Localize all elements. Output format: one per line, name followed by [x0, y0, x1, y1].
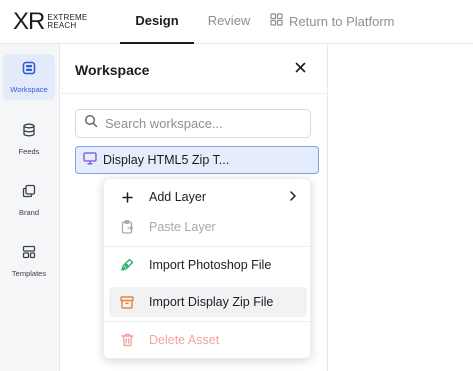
- rail-item-feeds[interactable]: Feeds: [3, 116, 55, 162]
- menu-item-label: Paste Layer: [149, 220, 216, 234]
- search-icon: [84, 114, 98, 133]
- top-bar: XR EXTREME REACH Design Review Return to…: [0, 0, 473, 44]
- brand-icon: [22, 184, 36, 203]
- rail-item-brand[interactable]: Brand: [3, 177, 55, 223]
- menu-divider: [104, 321, 310, 322]
- menu-item-add-layer[interactable]: Add Layer: [109, 182, 307, 212]
- panel-title: Workspace: [75, 62, 150, 78]
- asset-tree-item[interactable]: Display HTML5 Zip T...: [75, 146, 319, 174]
- rail-item-workspace[interactable]: Workspace: [3, 54, 55, 100]
- grid-icon: [270, 1, 289, 43]
- tab-design[interactable]: Design: [120, 0, 194, 44]
- rail-item-templates[interactable]: Templates: [3, 238, 55, 284]
- chevron-right-icon: [289, 190, 297, 205]
- logo-wordmark: EXTREME REACH: [47, 14, 87, 30]
- trash-icon: [119, 332, 135, 348]
- workspace-icon: [22, 61, 36, 80]
- close-panel-button[interactable]: [292, 61, 308, 77]
- menu-item-label: Import Photoshop File: [149, 258, 272, 272]
- logo-line-2: REACH: [47, 21, 77, 30]
- menu-divider: [104, 246, 310, 247]
- search-field[interactable]: [75, 109, 311, 138]
- archive-icon: [119, 294, 135, 310]
- rail-item-label: Brand: [18, 207, 39, 217]
- menu-item-delete-asset[interactable]: Delete Asset: [109, 325, 307, 355]
- left-rail: Workspace Feeds Brand Templates: [0, 44, 60, 371]
- monitor-icon: [83, 152, 103, 168]
- extreme-reach-logo[interactable]: XR EXTREME REACH: [13, 9, 87, 35]
- asset-context-menu: Add Layer Paste Layer Import Photoshop F…: [103, 178, 311, 359]
- rail-item-label: Feeds: [18, 146, 40, 156]
- search-input[interactable]: [105, 116, 295, 131]
- templates-icon: [22, 245, 36, 264]
- return-to-platform-label: Return to Platform: [289, 14, 395, 29]
- menu-item-import-photoshop[interactable]: Import Photoshop File: [109, 250, 307, 280]
- menu-item-paste-layer[interactable]: Paste Layer: [109, 212, 307, 242]
- return-to-platform-link[interactable]: Return to Platform: [270, 0, 395, 44]
- close-icon: [295, 60, 306, 78]
- tab-review[interactable]: Review: [200, 0, 258, 44]
- menu-item-label: Import Display Zip File: [149, 295, 274, 309]
- menu-item-label: Add Layer: [149, 190, 206, 204]
- rail-item-label: Templates: [11, 268, 47, 278]
- menu-item-import-display-zip[interactable]: Import Display Zip File: [109, 287, 307, 317]
- panel-header: Workspace: [61, 44, 328, 94]
- plus-icon: [119, 189, 135, 205]
- rail-item-label: Workspace: [10, 84, 48, 94]
- database-icon: [22, 123, 36, 142]
- paste-icon: [119, 219, 135, 235]
- asset-name: Display HTML5 Zip T...: [103, 153, 230, 167]
- photoshop-icon: [119, 257, 135, 273]
- menu-item-label: Delete Asset: [149, 333, 220, 347]
- logo-mark: XR: [13, 8, 45, 35]
